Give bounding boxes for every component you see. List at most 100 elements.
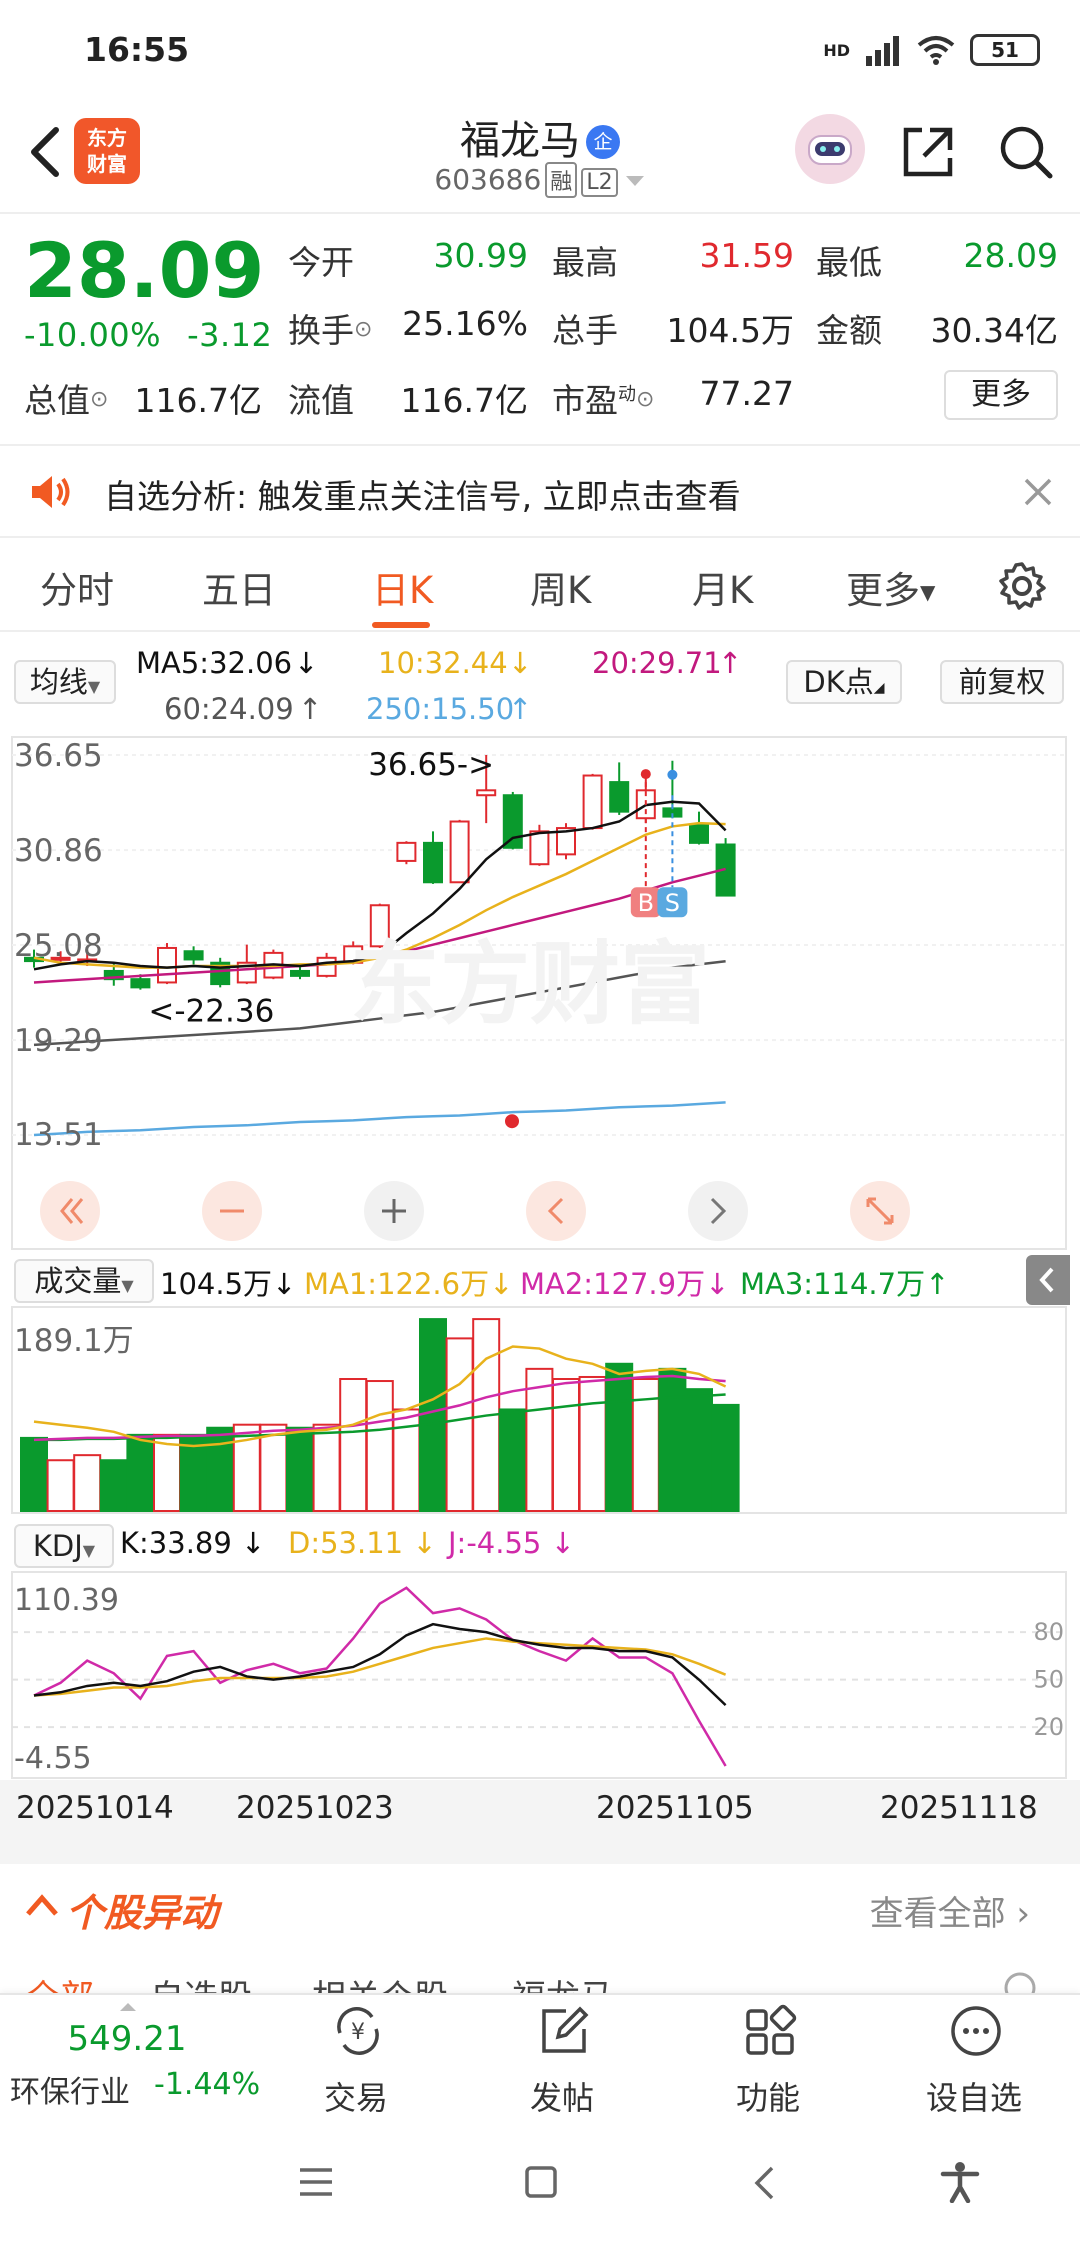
vol-ma2: MA2:127.9万↓ bbox=[520, 1267, 730, 1301]
volume-bar bbox=[419, 1318, 447, 1513]
indicator-selector[interactable]: 成交量▼ bbox=[14, 1259, 154, 1303]
system-navigation-bar bbox=[0, 2117, 1080, 2248]
info-icon: ⊙ bbox=[636, 387, 655, 412]
edit-icon bbox=[542, 2006, 589, 2053]
sector-name: 环保行业 bbox=[10, 2075, 130, 2110]
back-triangle-icon[interactable] bbox=[752, 2165, 776, 2201]
kdj-level-label: 80 bbox=[1033, 1618, 1064, 1646]
y-axis-label: 30.86 bbox=[14, 833, 103, 869]
tab-intraday[interactable]: 分时 bbox=[40, 560, 114, 614]
status-bar: 16:55 HD 51 bbox=[0, 0, 1080, 100]
assistant-robot-icon[interactable] bbox=[795, 114, 865, 184]
candle-body bbox=[689, 823, 709, 844]
accessibility-icon[interactable] bbox=[940, 2161, 980, 2203]
candle-body bbox=[130, 978, 151, 989]
pe-label[interactable]: 市盈动⊙ bbox=[552, 374, 654, 422]
home-square-icon[interactable] bbox=[524, 2165, 558, 2199]
nav-functions[interactable]: 功能 bbox=[698, 1995, 838, 2119]
min-price-note: <-22.36 bbox=[148, 994, 274, 1030]
volume-chart[interactable]: 189.1万 bbox=[0, 1305, 1080, 1515]
chevron-up-icon[interactable] bbox=[24, 1892, 60, 1918]
volume-label: 总手 bbox=[552, 311, 618, 350]
arrow-up-icon: ↑ bbox=[508, 692, 533, 726]
turnover-label[interactable]: 换手⊙ bbox=[288, 304, 372, 352]
share-icon[interactable] bbox=[900, 124, 956, 180]
menu-icon[interactable] bbox=[298, 2167, 334, 2197]
tab-monthly-k[interactable]: 月K bbox=[692, 560, 753, 614]
settings-gear-icon[interactable] bbox=[996, 560, 1048, 612]
kline-chart[interactable]: 东方财富 36.65 30.86 25.08 19.29 13.51 36.65-> <-2… bbox=[0, 735, 1080, 1255]
volume-bar bbox=[99, 1459, 128, 1513]
kdj-selector[interactable]: KDJ▼ bbox=[14, 1524, 114, 1568]
ma250-line bbox=[33, 1101, 726, 1137]
nav-add-watchlist[interactable]: 设自选 bbox=[904, 1995, 1044, 2119]
volume-bar bbox=[525, 1367, 554, 1513]
chevron-left-icon[interactable] bbox=[526, 1181, 586, 1241]
sell-signal-dot bbox=[667, 769, 678, 780]
mktcap-label[interactable]: 总值⊙ bbox=[24, 374, 108, 422]
tab-weekly-k[interactable]: 周K bbox=[530, 560, 591, 614]
arrow-down-icon: ↓ bbox=[508, 646, 533, 680]
notice-text: 自选分析: 触发重点关注信号, 立即点击查看 bbox=[104, 477, 741, 516]
volume-value: 104.5万↓ bbox=[160, 1267, 297, 1301]
volume-bar bbox=[498, 1408, 527, 1512]
volume-bar bbox=[685, 1388, 713, 1512]
tab-daily-k[interactable]: 日K bbox=[372, 560, 433, 614]
volume-bar bbox=[206, 1426, 235, 1512]
open-value: 30.99 bbox=[433, 236, 528, 275]
nav-post[interactable]: 发帖 bbox=[492, 1995, 632, 2119]
more-button[interactable]: 更多 bbox=[944, 370, 1058, 420]
vol-ma1: MA1:122.6万↓ bbox=[304, 1267, 514, 1301]
tab-five-day[interactable]: 五日 bbox=[202, 560, 276, 614]
tab-more[interactable]: 更多▼ bbox=[846, 560, 935, 614]
nav-trade[interactable]: ¥ 交易 bbox=[286, 1995, 426, 2119]
y-axis-label: 19.29 bbox=[14, 1023, 103, 1059]
stock-name: 福龙马 bbox=[460, 118, 580, 164]
volume-bar bbox=[73, 1454, 102, 1512]
kdj-d-line bbox=[33, 1637, 727, 1697]
kline-watermark: 东方财富 bbox=[350, 932, 710, 1037]
sector-index-widget[interactable]: 549.21 环保行业 -1.44% bbox=[0, 1995, 270, 2119]
kdj-bottom-label: -4.55 bbox=[14, 1741, 92, 1776]
more-dots-icon bbox=[951, 2006, 1001, 2056]
kdj-top-label: 110.39 bbox=[14, 1583, 119, 1618]
arrow-down-icon: ↓ bbox=[294, 646, 319, 680]
ma-selector[interactable]: 均线▼ bbox=[14, 660, 116, 704]
kdj-d: D:53.11 ↓ bbox=[288, 1526, 437, 1560]
double-left-icon[interactable] bbox=[40, 1181, 100, 1241]
control-button-bg bbox=[688, 1181, 748, 1241]
info-icon: ⊙ bbox=[90, 387, 109, 412]
candle-body bbox=[502, 794, 523, 849]
close-icon[interactable] bbox=[1022, 476, 1054, 508]
svg-text:东方财富: 东方财富 bbox=[350, 932, 710, 1037]
volume-bar bbox=[578, 1375, 607, 1512]
price-change: -10.00% -3.12 bbox=[24, 316, 272, 354]
date-label: 20251014 bbox=[16, 1790, 174, 1826]
control-button-bg bbox=[40, 1181, 100, 1241]
ma-legend: 均线▼ MA5:32.06 ↓ 10:32.44 ↓ 20:29.71 ↑ 60… bbox=[0, 640, 1080, 735]
battery-level: 51 bbox=[991, 38, 1019, 62]
bottom-navigation: 549.21 环保行业 -1.44% ¥ 交易 发帖 功能 设自选 bbox=[0, 1993, 1080, 2117]
chevron-right-icon[interactable] bbox=[688, 1181, 748, 1241]
adjust-mode-button[interactable]: 前复权 bbox=[940, 660, 1064, 704]
kdj-level-label: 50 bbox=[1033, 1666, 1064, 1694]
kdj-chart[interactable]: 110.39 -4.55 80 50 20 bbox=[0, 1570, 1080, 1780]
volume-bar bbox=[339, 1378, 368, 1512]
caret-up-icon bbox=[120, 2003, 136, 2011]
buy-signal-label: B bbox=[638, 889, 654, 917]
candle-body bbox=[582, 774, 603, 830]
dk-point-button[interactable]: DK点◢ bbox=[786, 660, 902, 704]
notice-banner[interactable]: 自选分析: 触发重点关注信号, 立即点击查看 bbox=[0, 444, 1080, 538]
view-all-link[interactable]: 查看全部 › bbox=[870, 1886, 1030, 1935]
candle-body bbox=[449, 820, 470, 884]
kdj-legend: KDJ▼ K:33.89 ↓ D:53.11 ↓ J:-4.55 ↓ bbox=[0, 1520, 1080, 1572]
arrow-up-icon: ↑ bbox=[298, 692, 323, 726]
search-icon[interactable] bbox=[996, 122, 1056, 182]
amount-value: 30.34亿 bbox=[930, 311, 1058, 350]
stock-abnormal-section: 个股异动 查看全部 › bbox=[0, 1850, 1080, 1950]
caret-down-icon: ▼ bbox=[82, 1541, 96, 1560]
info-icon: ⊙ bbox=[354, 317, 373, 342]
kdj-level-label: 20 bbox=[1033, 1713, 1064, 1741]
collapse-panel-button[interactable] bbox=[1026, 1255, 1070, 1305]
date-axis: 20251014 20251023 20251105 20251118 bbox=[0, 1780, 1080, 1850]
